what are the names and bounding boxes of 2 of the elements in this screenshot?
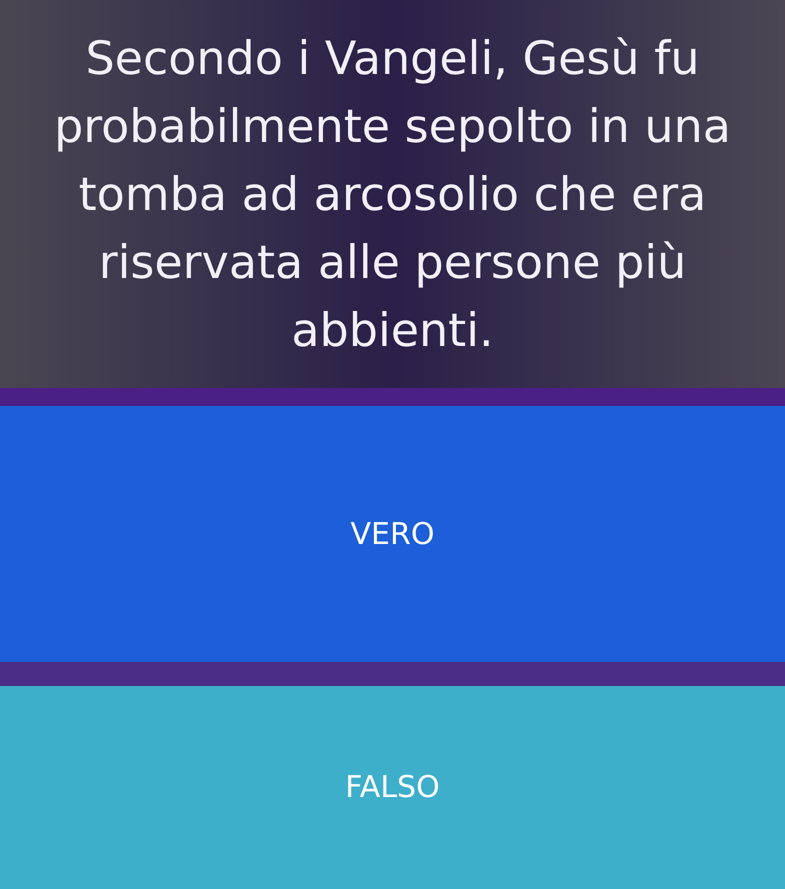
question-text: Secondo i Vangeli, Gesù fu probabilmente sepolto in una tomba ad arcosolio che era riservata alle persone più abbienti. [53,30,732,359]
answer-button[interactable]: VERO [0,406,785,662]
